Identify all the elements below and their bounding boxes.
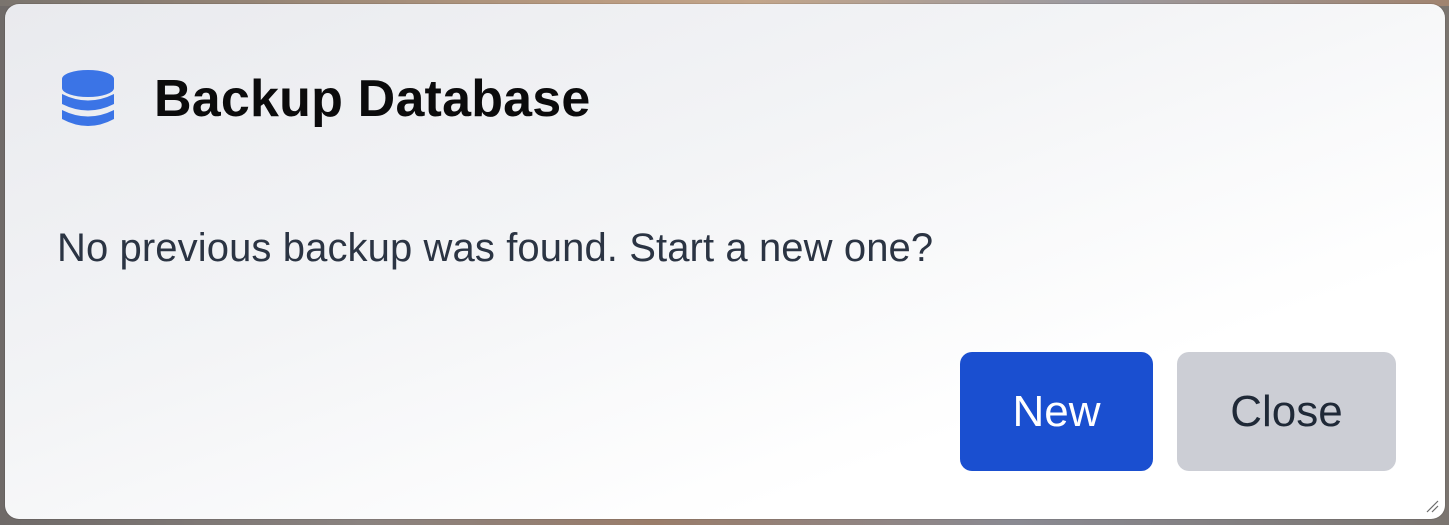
- dialog-title: Backup Database: [154, 70, 591, 128]
- resize-grip-icon[interactable]: [1425, 499, 1439, 513]
- dialog-message: No previous backup was found. Start a ne…: [57, 226, 934, 270]
- dialog-header: Backup Database: [60, 64, 591, 134]
- backup-dialog: Backup Database No previous backup was f…: [5, 4, 1445, 519]
- close-button[interactable]: Close: [1177, 352, 1396, 471]
- new-button[interactable]: New: [960, 352, 1153, 471]
- database-icon: [60, 68, 116, 130]
